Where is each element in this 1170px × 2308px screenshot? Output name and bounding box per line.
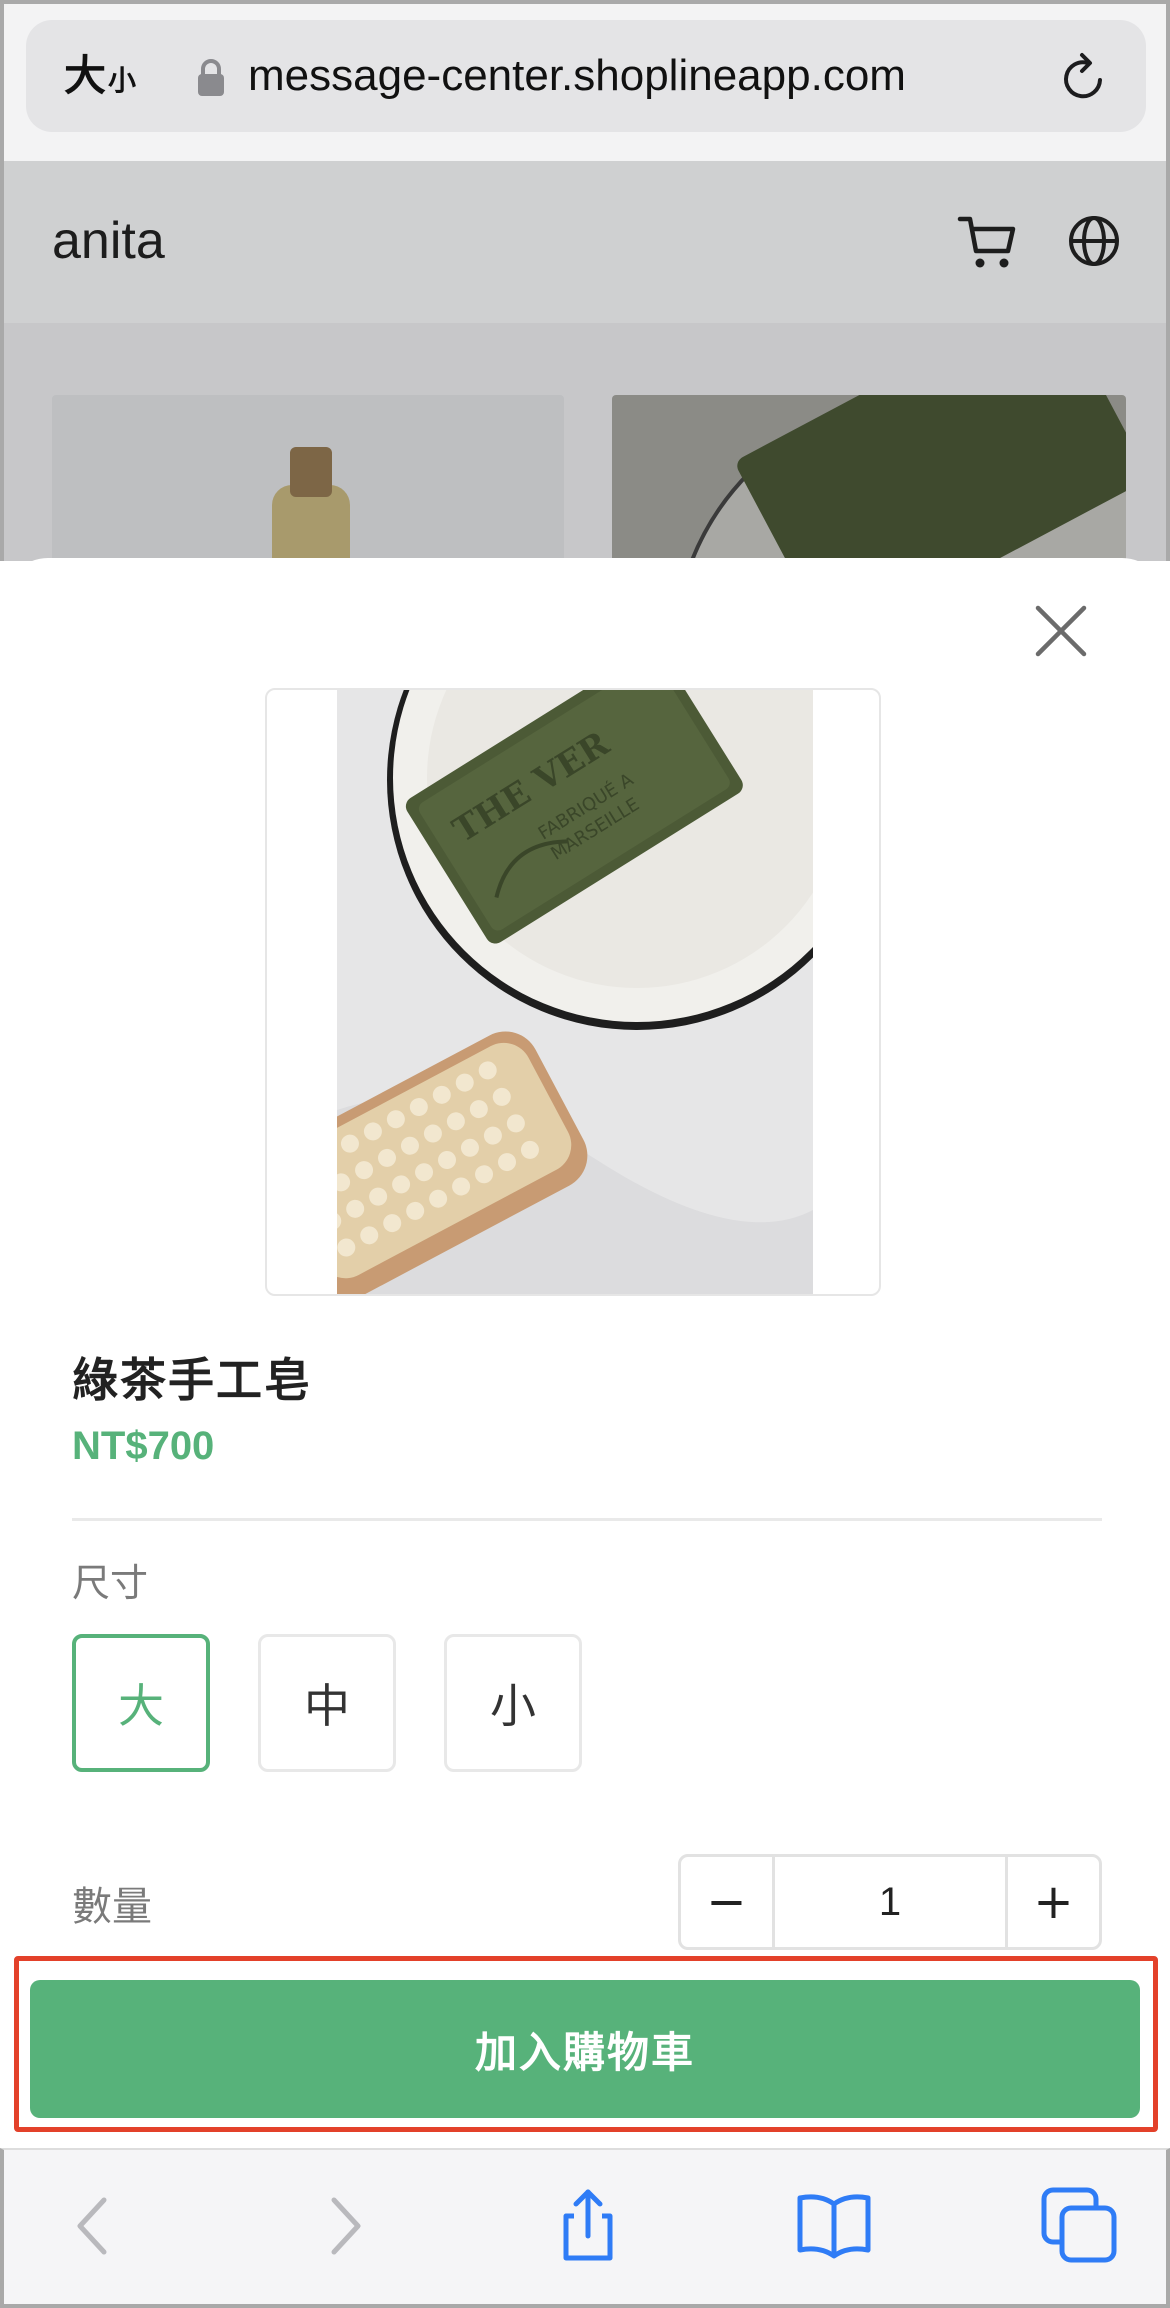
url-text: message-center.shoplineapp.com — [248, 51, 906, 100]
size-option-label: 尺寸 — [72, 1561, 149, 1605]
quantity-increase-button[interactable]: + — [1005, 1857, 1099, 1947]
cart-icon[interactable] — [956, 211, 1018, 273]
product-price: NT$700 — [72, 1424, 215, 1468]
page-backdrop[interactable]: anita — [0, 161, 1170, 605]
globe-icon[interactable] — [1066, 213, 1122, 269]
tabs-icon[interactable] — [1040, 2186, 1120, 2266]
product-title: 綠茶手工皂 — [72, 1353, 312, 1407]
address-bar[interactable]: 大 小 message-center.shoplineapp.com — [26, 20, 1146, 132]
text-size-button[interactable]: 大 小 — [64, 50, 136, 102]
product-image-frame: THE VER FABRIQUÉ A MARSEILLE — [265, 688, 881, 1296]
close-icon[interactable] — [1028, 598, 1094, 664]
forward-icon[interactable] — [304, 2186, 384, 2266]
quantity-input[interactable]: 1 — [775, 1857, 1005, 1947]
browser-top-bar: 大 小 message-center.shoplineapp.com — [0, 0, 1170, 161]
size-option-medium[interactable]: 中 — [258, 1634, 396, 1772]
site-header: anita — [4, 161, 1166, 323]
quantity-stepper: − 1 + — [678, 1854, 1102, 1950]
divider — [72, 1518, 1102, 1521]
product-photo[interactable]: THE VER FABRIQUÉ A MARSEILLE — [337, 690, 813, 1294]
cork-image — [290, 447, 332, 497]
lock-icon — [198, 59, 224, 96]
text-size-small-label: 小 — [108, 64, 137, 97]
add-to-cart-button[interactable]: 加入購物車 — [30, 1980, 1140, 2118]
site-logo[interactable]: anita — [52, 211, 165, 271]
product-quick-add-sheet: THE VER FABRIQUÉ A MARSEILLE 綠茶手工皂 NT$70… — [4, 558, 1166, 2150]
browser-bottom-toolbar — [0, 2148, 1170, 2308]
size-option-small[interactable]: 小 — [444, 1634, 582, 1772]
share-icon[interactable] — [548, 2186, 628, 2266]
quantity-label: 數量 — [72, 1884, 152, 1930]
text-size-big-label: 大 — [64, 51, 107, 100]
size-option-large[interactable]: 大 — [72, 1634, 210, 1772]
bookmarks-icon[interactable] — [794, 2186, 874, 2266]
back-icon[interactable] — [54, 2186, 134, 2266]
reload-icon[interactable] — [1056, 50, 1112, 106]
quantity-decrease-button[interactable]: − — [681, 1857, 775, 1947]
